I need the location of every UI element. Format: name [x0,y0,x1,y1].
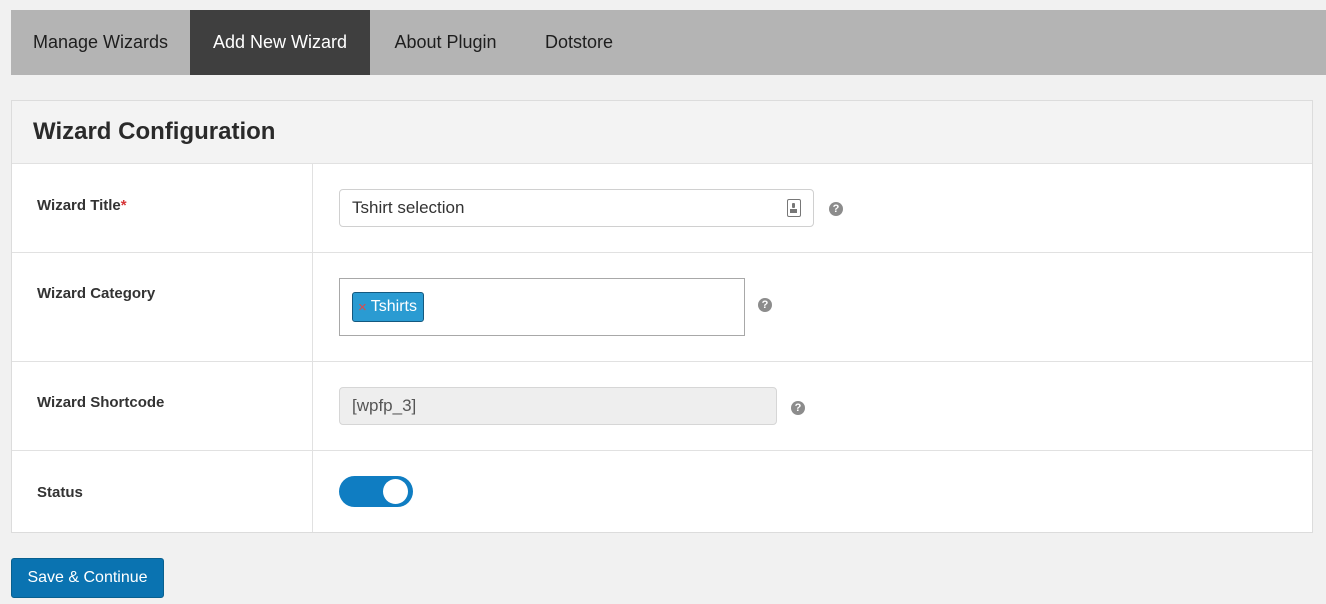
wizard-shortcode-row: Wizard Shortcode [wpfp_3] ? [12,362,1312,451]
tab-about-plugin[interactable]: About Plugin [370,10,521,75]
required-asterisk: * [120,197,127,214]
category-chip-label: Tshirts [370,298,417,315]
status-toggle[interactable] [339,476,413,507]
wizard-shortcode-value-cell: [wpfp_3] ? [313,362,1312,450]
status-row: Status [12,451,1312,532]
tab-add-new-wizard[interactable]: Add New Wizard [190,10,370,75]
contact-card-icon[interactable] [787,199,801,217]
remove-chip-icon[interactable]: × [358,300,367,315]
plugin-tab-bar: Manage Wizards Add New Wizard About Plug… [11,10,1326,75]
toggle-knob [383,479,408,504]
wizard-configuration-panel: Wizard Configuration Wizard Title* Tshir… [11,100,1313,533]
wizard-category-label: Wizard Category [12,253,313,361]
panel-header: Wizard Configuration [12,101,1312,164]
help-icon[interactable]: ? [791,401,805,415]
help-icon[interactable]: ? [829,202,843,216]
wizard-title-row: Wizard Title* Tshirt selection ? [12,164,1312,253]
wizard-title-value-cell: Tshirt selection ? [313,164,1312,252]
wizard-category-value-cell: × Tshirts ? [313,253,1312,361]
wizard-shortcode-label: Wizard Shortcode [12,362,313,450]
wizard-shortcode-value: [wpfp_3] [352,396,417,415]
wizard-category-multiselect[interactable]: × Tshirts [339,278,745,336]
wizard-title-label-text: Wizard Title [37,197,121,214]
category-chip-tshirts: × Tshirts [352,292,424,322]
wizard-title-label: Wizard Title* [12,164,313,252]
panel-title: Wizard Configuration [33,118,276,145]
help-icon[interactable]: ? [758,298,772,312]
status-label: Status [12,451,313,532]
wizard-title-input-value: Tshirt selection [352,198,465,217]
wizard-shortcode-field[interactable]: [wpfp_3] [339,387,777,425]
wizard-title-input[interactable]: Tshirt selection [339,189,814,227]
save-continue-button[interactable]: Save & Continue [11,558,164,598]
tab-manage-wizards[interactable]: Manage Wizards [11,10,190,75]
wizard-category-row: Wizard Category × Tshirts ? [12,253,1312,362]
top-strip [0,0,1326,10]
status-value-cell [313,451,1312,532]
tab-dotstore[interactable]: Dotstore [521,10,637,75]
